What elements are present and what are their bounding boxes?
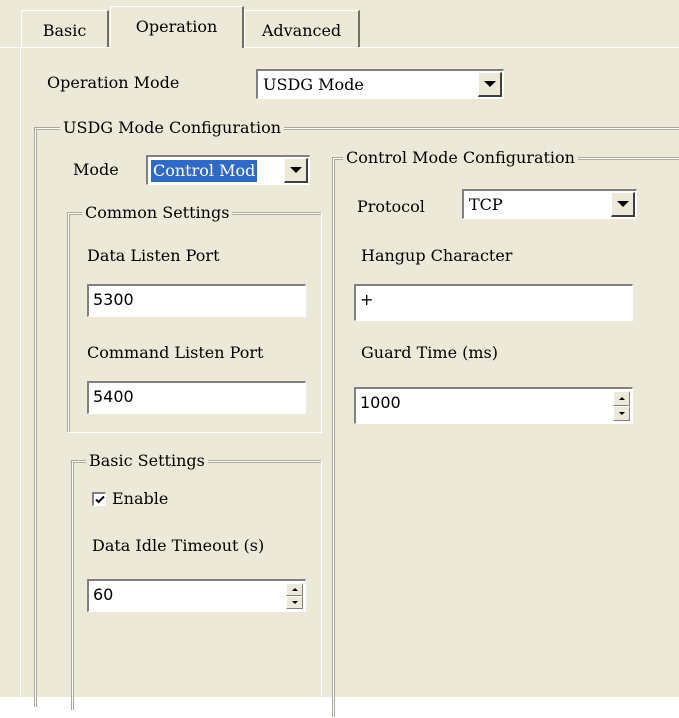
operation-mode-label: Operation Mode — [47, 73, 180, 92]
tab-divider — [0, 47, 679, 48]
hangup-character-input[interactable]: + — [354, 284, 633, 321]
command-listen-port-label: Command Listen Port — [87, 343, 264, 362]
panel-edge — [20, 47, 21, 697]
chevron-down-icon — [289, 167, 302, 173]
chevron-down-icon — [616, 201, 629, 207]
protocol-label: Protocol — [357, 197, 425, 216]
data-idle-timeout-input[interactable]: 60 — [87, 579, 306, 612]
arrow-down-icon — [618, 412, 625, 415]
mode-dropdown-button[interactable] — [284, 158, 308, 183]
arrow-down-icon — [291, 601, 298, 604]
data-idle-timeout-label: Data Idle Timeout (s) — [92, 536, 265, 555]
basic-settings-title: Basic Settings — [86, 451, 208, 471]
hangup-character-label: Hangup Character — [361, 246, 513, 265]
checkmark-icon — [95, 495, 105, 504]
mode-value: Control Mod — [149, 159, 259, 183]
operation-mode-dropdown-button[interactable] — [478, 72, 502, 97]
protocol-value: TCP — [469, 195, 503, 214]
protocol-dropdown-button[interactable] — [611, 192, 635, 217]
guard-time-label: Guard Time (ms) — [361, 343, 498, 362]
mode-label: Mode — [73, 160, 119, 179]
tab-advanced-label: Advanced — [261, 21, 342, 40]
operation-mode-value: USDG Mode — [263, 75, 364, 94]
command-listen-port-input[interactable]: 5400 — [87, 381, 306, 414]
arrow-up-icon — [291, 588, 298, 591]
spin-down-button[interactable] — [613, 406, 630, 421]
guard-time-value: 1000 — [360, 393, 401, 412]
tab-basic-label: Basic — [42, 21, 87, 40]
spin-down-button[interactable] — [286, 596, 303, 609]
tab-operation[interactable]: Operation — [110, 6, 244, 48]
spin-up-button[interactable] — [286, 583, 303, 596]
data-listen-port-label: Data Listen Port — [87, 246, 220, 265]
control-config-title: Control Mode Configuration — [343, 148, 578, 168]
guard-time-input[interactable]: 1000 — [354, 387, 633, 424]
tab-advanced[interactable]: Advanced — [244, 10, 360, 48]
guard-time-spinner[interactable] — [613, 391, 630, 421]
tab-operation-label: Operation — [135, 17, 218, 36]
tab-basic[interactable]: Basic — [21, 10, 109, 48]
protocol-select[interactable]: TCP — [462, 189, 637, 219]
mode-select[interactable]: Control Mod — [146, 155, 310, 185]
data-listen-port-input[interactable]: 5300 — [87, 284, 306, 317]
control-config-group — [333, 158, 679, 718]
operation-mode-select[interactable]: USDG Mode — [256, 69, 504, 99]
spin-up-button[interactable] — [613, 391, 630, 406]
enable-label[interactable]: Enable — [112, 489, 168, 509]
arrow-up-icon — [618, 397, 625, 400]
data-idle-timeout-value: 60 — [93, 585, 114, 604]
enable-checkbox[interactable] — [92, 492, 106, 506]
data-idle-timeout-spinner[interactable] — [286, 583, 303, 609]
chevron-down-icon — [483, 81, 496, 87]
usdg-config-title: USDG Mode Configuration — [60, 118, 285, 138]
common-settings-title: Common Settings — [82, 203, 233, 223]
